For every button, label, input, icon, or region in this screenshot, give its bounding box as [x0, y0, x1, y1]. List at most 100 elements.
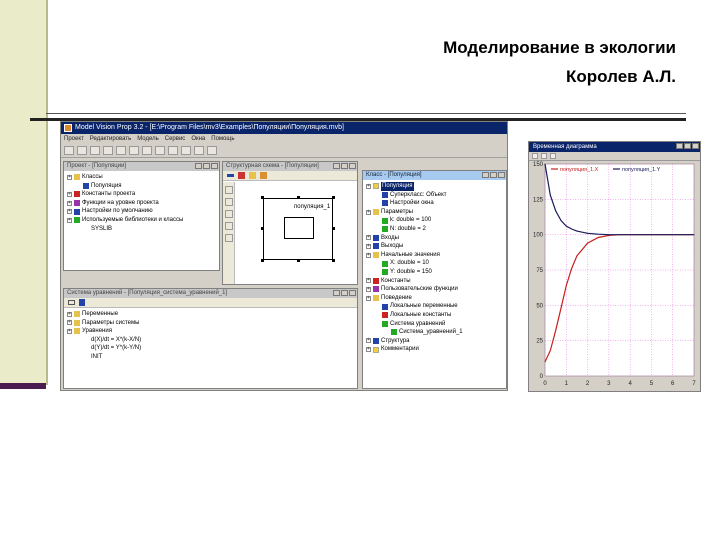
save-icon[interactable] [90, 146, 100, 155]
properties-tool-icon[interactable] [79, 299, 85, 306]
structure-window-title[interactable]: Структурная схема - [Популяции] [223, 162, 357, 171]
class-tree-item[interactable]: + Выходы [366, 242, 504, 251]
cut-icon[interactable] [116, 146, 126, 155]
expand-toggle-icon[interactable]: + [67, 217, 72, 223]
class-tree-item[interactable]: + Комментарии [366, 345, 504, 354]
expand-toggle-icon[interactable]: + [366, 209, 371, 215]
equations-tree-item[interactable]: + Переменные [67, 310, 355, 319]
menu-help[interactable]: Помощь [211, 134, 234, 144]
scale-icon[interactable] [541, 153, 547, 159]
minimize-icon[interactable] [195, 163, 202, 169]
menu-windows[interactable]: Окна [191, 134, 205, 144]
project-tree-item[interactable]: + Классы [67, 173, 217, 182]
expand-toggle-icon[interactable]: + [67, 320, 72, 326]
expand-toggle-icon[interactable]: + [366, 295, 371, 301]
undo-icon[interactable] [155, 146, 165, 155]
expand-toggle-icon[interactable]: + [366, 243, 371, 249]
equations-tree-item[interactable]: d(X)/dt = X*(k-X/N) [67, 336, 355, 345]
open-icon[interactable] [77, 146, 87, 155]
settings-icon[interactable] [207, 146, 217, 155]
menu-project[interactable]: Проект [64, 134, 84, 144]
port-in-tool-icon[interactable] [225, 210, 233, 218]
class-tree-item[interactable]: + Пользовательские функции [366, 285, 504, 294]
equation-tool-icon[interactable] [68, 300, 75, 305]
resize-handle[interactable] [261, 196, 264, 199]
minimize-icon[interactable] [333, 290, 340, 296]
expand-toggle-icon[interactable]: + [67, 200, 72, 206]
resize-handle[interactable] [297, 259, 300, 262]
arrow-tool-icon[interactable] [225, 198, 233, 206]
class-tree-item[interactable]: + Структура [366, 337, 504, 346]
project-tree-item[interactable]: + Функции на уровне проекта [67, 199, 217, 208]
project-tree-item[interactable]: + Используемые библиотеки и классы [67, 216, 217, 225]
time-diagram-titlebar[interactable]: Временная диаграмма [529, 142, 700, 152]
block-populyatsiya[interactable]: популяция_1 [263, 198, 333, 260]
expand-toggle-icon[interactable]: + [366, 338, 371, 344]
link-tool-icon[interactable] [225, 234, 233, 242]
minimize-icon[interactable] [482, 172, 489, 178]
pause-icon[interactable] [181, 146, 191, 155]
block-tool-icon[interactable] [238, 172, 245, 179]
expand-toggle-icon[interactable]: + [366, 252, 371, 258]
expand-toggle-icon[interactable]: + [366, 183, 371, 189]
close-icon[interactable] [349, 290, 356, 296]
class-tree-item[interactable]: Система_уравнений_1 [366, 328, 504, 337]
class-tree-item[interactable]: Система уравнений [366, 320, 504, 329]
maximize-icon[interactable] [341, 290, 348, 296]
expand-toggle-icon[interactable]: + [67, 311, 72, 317]
maximize-icon[interactable] [203, 163, 210, 169]
equations-tree-item[interactable]: INIT [67, 353, 355, 362]
print-icon[interactable] [103, 146, 113, 155]
app-titlebar[interactable]: Model Vision Prop 3.2 - [E:\Program File… [61, 122, 507, 134]
resize-handle[interactable] [332, 196, 335, 199]
expand-toggle-icon[interactable]: + [366, 347, 371, 353]
select-tool-icon[interactable] [225, 186, 233, 194]
expand-toggle-icon[interactable]: + [366, 235, 371, 241]
expand-toggle-icon[interactable]: + [67, 191, 72, 197]
minimize-icon[interactable] [333, 163, 340, 169]
expand-toggle-icon[interactable]: + [67, 209, 72, 215]
expand-toggle-icon[interactable]: + [366, 278, 371, 284]
maximize-icon[interactable] [341, 163, 348, 169]
structure-canvas[interactable]: популяция_1 [237, 182, 355, 282]
close-icon[interactable] [211, 163, 218, 169]
menu-service[interactable]: Сервис [165, 134, 186, 144]
close-icon[interactable] [349, 163, 356, 169]
expand-toggle-icon[interactable]: + [67, 328, 72, 334]
project-window-title[interactable]: Проект - [Популяции] [64, 162, 219, 171]
resize-handle[interactable] [332, 259, 335, 262]
line-tool-icon[interactable] [227, 174, 234, 177]
new-icon[interactable] [64, 146, 74, 155]
class-tree-item[interactable]: + Константы [366, 277, 504, 286]
class-tree-item[interactable]: N: double = 2 [366, 225, 504, 234]
menu-model[interactable]: Модель [137, 134, 159, 144]
expand-toggle-icon[interactable]: + [366, 286, 371, 292]
class-tree-item[interactable]: + Параметры [366, 208, 504, 217]
menu-edit[interactable]: Редактировать [90, 134, 131, 144]
class-tree-item[interactable]: + Входы [366, 234, 504, 243]
project-tree-item[interactable]: Популяция [67, 182, 217, 191]
equations-tree-item[interactable]: + Параметры системы [67, 319, 355, 328]
class-tree-item[interactable]: + Начальные значения [366, 251, 504, 260]
class-window-title[interactable]: Класс - [Популяция] [363, 171, 506, 180]
maximize-icon[interactable] [684, 143, 691, 149]
maximize-icon[interactable] [490, 172, 497, 178]
paste-icon[interactable] [142, 146, 152, 155]
equations-window-title[interactable]: Система уравнений - [Популяция_система_у… [64, 289, 357, 298]
stop-icon[interactable] [194, 146, 204, 155]
run-icon[interactable] [168, 146, 178, 155]
class-tree-item[interactable]: + Популяция [366, 182, 504, 191]
resize-handle[interactable] [297, 196, 300, 199]
zoom-icon[interactable] [532, 153, 538, 159]
project-tree-item[interactable]: + Настройки по умолчанию [67, 207, 217, 216]
class-tree-item[interactable]: + Поведение [366, 294, 504, 303]
class-tree-item[interactable]: Y: double = 150 [366, 268, 504, 277]
class-tree-item[interactable]: Суперкласс: Объект [366, 191, 504, 200]
equations-tree-item[interactable]: + Уравнения [67, 327, 355, 336]
resize-handle[interactable] [261, 227, 264, 230]
connector-tool-icon[interactable] [260, 172, 267, 179]
close-icon[interactable] [692, 143, 699, 149]
equations-tree-item[interactable]: d(Y)/dt = Y*(k-Y/N) [67, 344, 355, 353]
class-tree-item[interactable]: Локальные константы [366, 311, 504, 320]
close-icon[interactable] [498, 172, 505, 178]
